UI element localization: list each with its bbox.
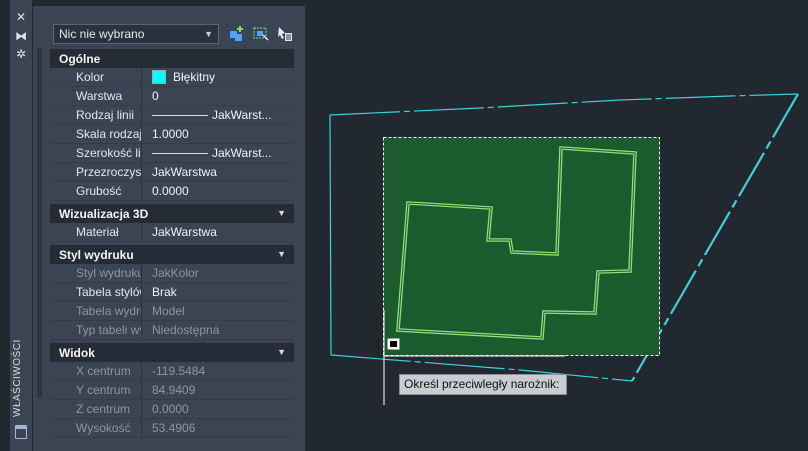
toggle-pickadd-icon[interactable] <box>276 25 294 43</box>
property-row-lineweight[interactable]: Szerokość linii JakWarst... <box>50 144 294 163</box>
property-name: Szerokość linii <box>50 144 142 162</box>
panel-scrollbar[interactable] <box>37 48 42 398</box>
command-prompt-tooltip: Określ przeciwległy narożnik: <box>399 374 567 395</box>
property-value: 0.0000 <box>152 402 189 416</box>
section-title: Styl wydruku <box>59 247 134 262</box>
quick-select-icon[interactable] <box>228 25 246 43</box>
property-row-center-z[interactable]: Z centrum 0.0000 <box>50 400 294 419</box>
property-name: Grubość <box>50 182 142 200</box>
linetype-sample <box>152 114 208 116</box>
property-name: Typ tabeli wyd... <box>50 321 142 339</box>
select-objects-icon[interactable] <box>252 25 270 43</box>
property-value: JakWarst... <box>212 108 272 122</box>
palette-title: WŁAŚCIWOŚCI <box>12 339 23 417</box>
section-plot-style[interactable]: Styl wydruku ▼ <box>50 245 294 264</box>
property-name: Tabela wydruk... <box>50 302 142 320</box>
collapse-icon[interactable]: ▼ <box>277 249 286 259</box>
property-name: Tabela stylów... <box>50 283 142 301</box>
property-name: Rodzaj linii <box>50 106 142 124</box>
property-value: Model <box>152 304 185 318</box>
property-row-plot-style-table[interactable]: Tabela stylów... Brak <box>50 283 294 302</box>
property-value: JakWarstwa <box>152 225 217 239</box>
property-name: X centrum <box>50 362 142 380</box>
section-3d-visualization[interactable]: Wizualizacja 3D ▼ <box>50 204 294 223</box>
properties-grid: Ogólne Kolor Błękitny Warstwa 0 Rodzaj l… <box>50 49 294 438</box>
property-name: Y centrum <box>50 381 142 399</box>
property-value: Niedostępna <box>152 323 220 337</box>
chevron-down-icon: ▼ <box>204 29 213 39</box>
property-value: Brak <box>152 285 177 299</box>
selection-window <box>383 137 660 356</box>
property-row-plot-table-attached[interactable]: Tabela wydruk... Model <box>50 302 294 321</box>
selection-dropdown-value: Nic nie wybrano <box>59 27 145 41</box>
property-row-height[interactable]: Wysokość 53.4906 <box>50 419 294 438</box>
property-value: JakKolor <box>152 266 199 280</box>
property-name: Materiał <box>50 223 142 241</box>
lineweight-sample <box>152 152 208 154</box>
property-value: 0 <box>152 89 159 103</box>
property-row-linetype-scale[interactable]: Skala rodzaju li... 1.0000 <box>50 125 294 144</box>
property-name: Skala rodzaju li... <box>50 125 142 143</box>
property-row-center-y[interactable]: Y centrum 84.9409 <box>50 381 294 400</box>
selection-dropdown[interactable]: Nic nie wybrano ▼ <box>53 24 219 44</box>
property-row-transparency[interactable]: Przezroczystość JakWarstwa <box>50 163 294 182</box>
property-name: Kolor <box>50 68 142 86</box>
section-title: Wizualizacja 3D <box>59 206 149 221</box>
property-value: Błękitny <box>173 70 216 84</box>
property-row-linetype[interactable]: Rodzaj linii JakWarst... <box>50 106 294 125</box>
property-value: 1.0000 <box>152 127 189 141</box>
property-row-thickness[interactable]: Grubość 0.0000 <box>50 182 294 201</box>
property-value: JakWarst... <box>212 146 272 160</box>
property-name: Przezroczystość <box>50 163 142 181</box>
property-name: Z centrum <box>50 400 142 418</box>
color-swatch <box>152 70 166 84</box>
property-value: 53.4906 <box>152 421 196 435</box>
section-title: Widok <box>59 345 95 360</box>
property-row-layer[interactable]: Warstwa 0 <box>50 87 294 106</box>
property-row-plot-style[interactable]: Styl wydruku JakKolor <box>50 264 294 283</box>
property-row-material[interactable]: Materiał JakWarstwa <box>50 223 294 242</box>
property-value: 0.0000 <box>152 184 189 198</box>
property-name: Warstwa <box>50 87 142 105</box>
close-icon[interactable]: ✕ <box>10 9 32 25</box>
section-title: Ogólne <box>59 51 101 66</box>
section-general[interactable]: Ogólne <box>50 49 294 68</box>
collapse-icon[interactable]: ▼ <box>277 347 286 357</box>
palette-settings-icon[interactable] <box>15 425 27 439</box>
property-value: -119.5484 <box>152 364 206 378</box>
collapse-icon[interactable]: ▼ <box>277 208 286 218</box>
section-view[interactable]: Widok ▼ <box>50 343 294 362</box>
property-name: Styl wydruku <box>50 264 142 282</box>
property-row-color[interactable]: Kolor Błękitny <box>50 68 294 87</box>
autohide-icon[interactable]: ⧓ <box>10 28 32 44</box>
property-value: 84.9409 <box>152 383 196 397</box>
palette-title-strip: ✕ ⧓ ✲ WŁAŚCIWOŚCI <box>10 0 32 451</box>
property-name: Wysokość <box>50 419 142 437</box>
property-row-center-x[interactable]: X centrum -119.5484 <box>50 362 294 381</box>
properties-panel: Nic nie wybrano ▼ Ogólne Kolor Błękitny … <box>33 6 305 451</box>
properties-icon[interactable]: ✲ <box>10 46 32 62</box>
property-row-plot-table-type[interactable]: Typ tabeli wyd... Niedostępna <box>50 321 294 340</box>
property-value: JakWarstwa <box>152 165 217 179</box>
